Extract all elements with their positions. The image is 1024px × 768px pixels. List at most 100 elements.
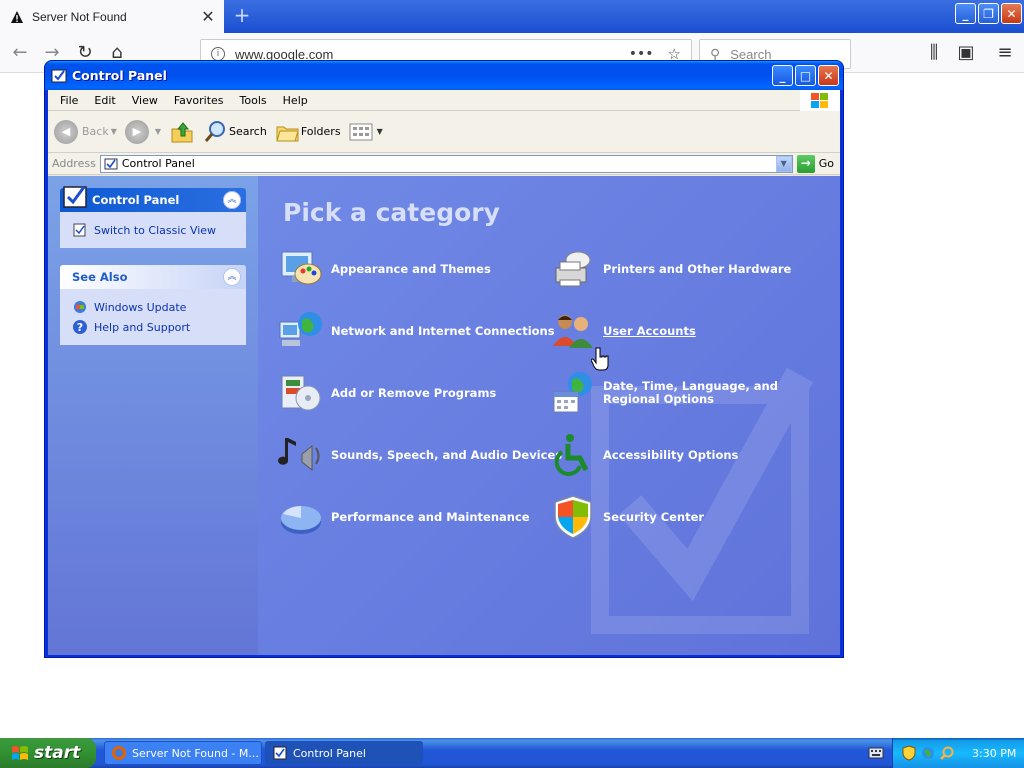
menu-favorites[interactable]: Favorites <box>166 94 232 107</box>
performance-icon <box>281 506 321 534</box>
magnifier-icon <box>204 120 226 142</box>
search-button[interactable]: Search <box>203 119 267 145</box>
close-window-icon[interactable]: ✕ <box>1001 3 1022 24</box>
help-icon: ? <box>73 320 87 334</box>
category-label: Printers and Other Hardware <box>603 261 792 276</box>
clock: 3:30 PM <box>972 746 1017 760</box>
warning-icon <box>11 10 23 23</box>
collapse-chevron-icon[interactable]: ︽ <box>223 191 241 209</box>
up-folder-button[interactable] <box>169 119 195 145</box>
maximize-button[interactable]: □ <box>795 65 816 86</box>
network-tray-icon[interactable] <box>920 745 936 761</box>
dropdown-arrow-icon: ▼ <box>110 127 117 136</box>
see-also-header[interactable]: See Also ︽ <box>60 265 246 289</box>
network-icon <box>279 312 322 346</box>
info-icon[interactable]: i <box>211 47 225 61</box>
back-arrow-icon[interactable]: ← <box>8 41 32 65</box>
library-icon[interactable]: ⫼ <box>922 41 946 65</box>
address-field[interactable]: Control Panel ▼ <box>99 154 793 173</box>
start-button[interactable]: start <box>0 738 96 768</box>
hand-cursor-icon <box>591 347 609 371</box>
views-grid-icon <box>349 123 373 140</box>
category-performance[interactable]: Performance and Maintenance <box>278 494 530 540</box>
up-folder-icon <box>171 121 193 142</box>
keyboard-icon[interactable] <box>868 746 884 760</box>
category-user-accounts[interactable]: User Accounts <box>550 308 696 354</box>
category-accessibility[interactable]: Accessibility Options <box>550 432 738 478</box>
menu-view[interactable]: View <box>124 94 166 107</box>
category-network[interactable]: Network and Internet Connections <box>278 308 555 354</box>
minimize-icon[interactable]: _ <box>955 3 976 24</box>
browser-window-controls: _ ❐ ✕ <box>955 3 1022 24</box>
toolbar: ◀ Back ▼ ▶ ▼ Search Folders ▼ <box>48 111 840 153</box>
add-remove-programs-icon <box>281 375 321 411</box>
menu-tools[interactable]: Tools <box>232 94 275 107</box>
category-printers[interactable]: Printers and Other Hardware <box>550 246 791 292</box>
collapse-chevron-icon[interactable]: ︽ <box>223 268 241 286</box>
help-and-support-link[interactable]: ? Help and Support <box>72 317 234 337</box>
start-label: start <box>34 743 81 763</box>
folders-button[interactable]: Folders <box>275 119 341 145</box>
back-button[interactable]: ◀ Back ▼ <box>54 119 117 144</box>
views-button[interactable]: ▼ <box>349 121 383 143</box>
task-pane: Control Panel ︽ Switch to Classic View S… <box>48 176 258 655</box>
windows-flag-icon <box>12 746 28 760</box>
search-tray-icon[interactable] <box>939 745 955 761</box>
category-security-center[interactable]: Security Center <box>550 494 704 540</box>
browser-tab[interactable]: Server Not Found ✕ <box>0 0 224 33</box>
date-time-icon <box>553 372 592 413</box>
close-button[interactable]: ✕ <box>818 65 839 86</box>
restore-icon[interactable]: ❐ <box>978 3 999 24</box>
windows-update-link[interactable]: Windows Update <box>72 297 234 317</box>
category-appearance[interactable]: Appearance and Themes <box>278 246 491 292</box>
category-sounds[interactable]: Sounds, Speech, and Audio Devices <box>278 432 562 478</box>
menu-file[interactable]: File <box>52 94 86 107</box>
control-panel-section-header[interactable]: Control Panel ︽ <box>60 186 246 212</box>
control-panel-small-icon <box>273 746 287 760</box>
folders-label: Folders <box>300 125 341 138</box>
sidebar-toggle-icon[interactable]: ▣ <box>954 41 978 65</box>
link-label: Help and Support <box>94 320 191 334</box>
switch-classic-view-link[interactable]: Switch to Classic View <box>72 220 234 240</box>
security-shield-icon <box>554 495 592 539</box>
taskbar: start Server Not Found - M... Control Pa… <box>0 738 1024 768</box>
windows-logo-icon <box>800 90 840 111</box>
close-tab-icon[interactable]: ✕ <box>198 7 218 26</box>
firefox-icon <box>112 746 126 760</box>
sounds-icon <box>278 438 320 472</box>
control-panel-small-icon <box>104 158 118 169</box>
category-date-time[interactable]: Date, Time, Language, and Regional Optio… <box>550 370 813 416</box>
folders-icon <box>276 126 299 141</box>
go-arrow-icon: → <box>796 154 815 173</box>
new-tab-icon[interactable]: + <box>230 4 254 28</box>
forward-button[interactable]: ▶ ▼ <box>124 119 161 144</box>
taskbar-item-control-panel[interactable]: Control Panel <box>265 741 423 765</box>
classic-view-icon <box>73 223 86 237</box>
menu-edit[interactable]: Edit <box>86 94 123 107</box>
menu-hamburger-icon[interactable]: ≡ <box>993 41 1017 65</box>
appearance-icon <box>281 251 322 285</box>
category-label: Sounds, Speech, and Audio Devices <box>331 447 563 462</box>
link-label: Switch to Classic View <box>94 223 217 237</box>
dropdown-arrow-icon: ▼ <box>376 127 383 136</box>
taskbar-item-firefox[interactable]: Server Not Found - M... <box>104 741 262 765</box>
go-button[interactable]: → Go <box>796 154 834 173</box>
see-also-section: See Also ︽ Windows Update ? Help and Sup… <box>60 265 246 345</box>
control-panel-large-icon <box>63 186 87 208</box>
window-title: Control Panel <box>72 68 167 83</box>
category-label: Add or Remove Programs <box>331 385 497 400</box>
category-view: Pick a category Appearance and Themes Ne… <box>258 176 840 655</box>
security-shield-tray-icon[interactable] <box>901 745 917 761</box>
minimize-button[interactable]: _ <box>772 65 793 86</box>
address-dropdown-icon[interactable]: ▼ <box>775 155 792 172</box>
category-label: Appearance and Themes <box>331 261 491 276</box>
browser-tab-strip: Server Not Found ✕ + _ ❐ ✕ <box>0 0 1024 33</box>
category-label: Date, Time, Language, and Regional Optio… <box>603 379 778 406</box>
back-label: Back <box>82 125 109 138</box>
category-add-remove[interactable]: Add or Remove Programs <box>278 370 496 416</box>
printer-icon <box>555 251 591 287</box>
back-circle-icon: ◀ <box>54 119 78 144</box>
svg-text:?: ? <box>77 321 83 334</box>
window-titlebar[interactable]: Control Panel _ □ ✕ <box>45 61 843 90</box>
menu-help[interactable]: Help <box>275 94 316 107</box>
